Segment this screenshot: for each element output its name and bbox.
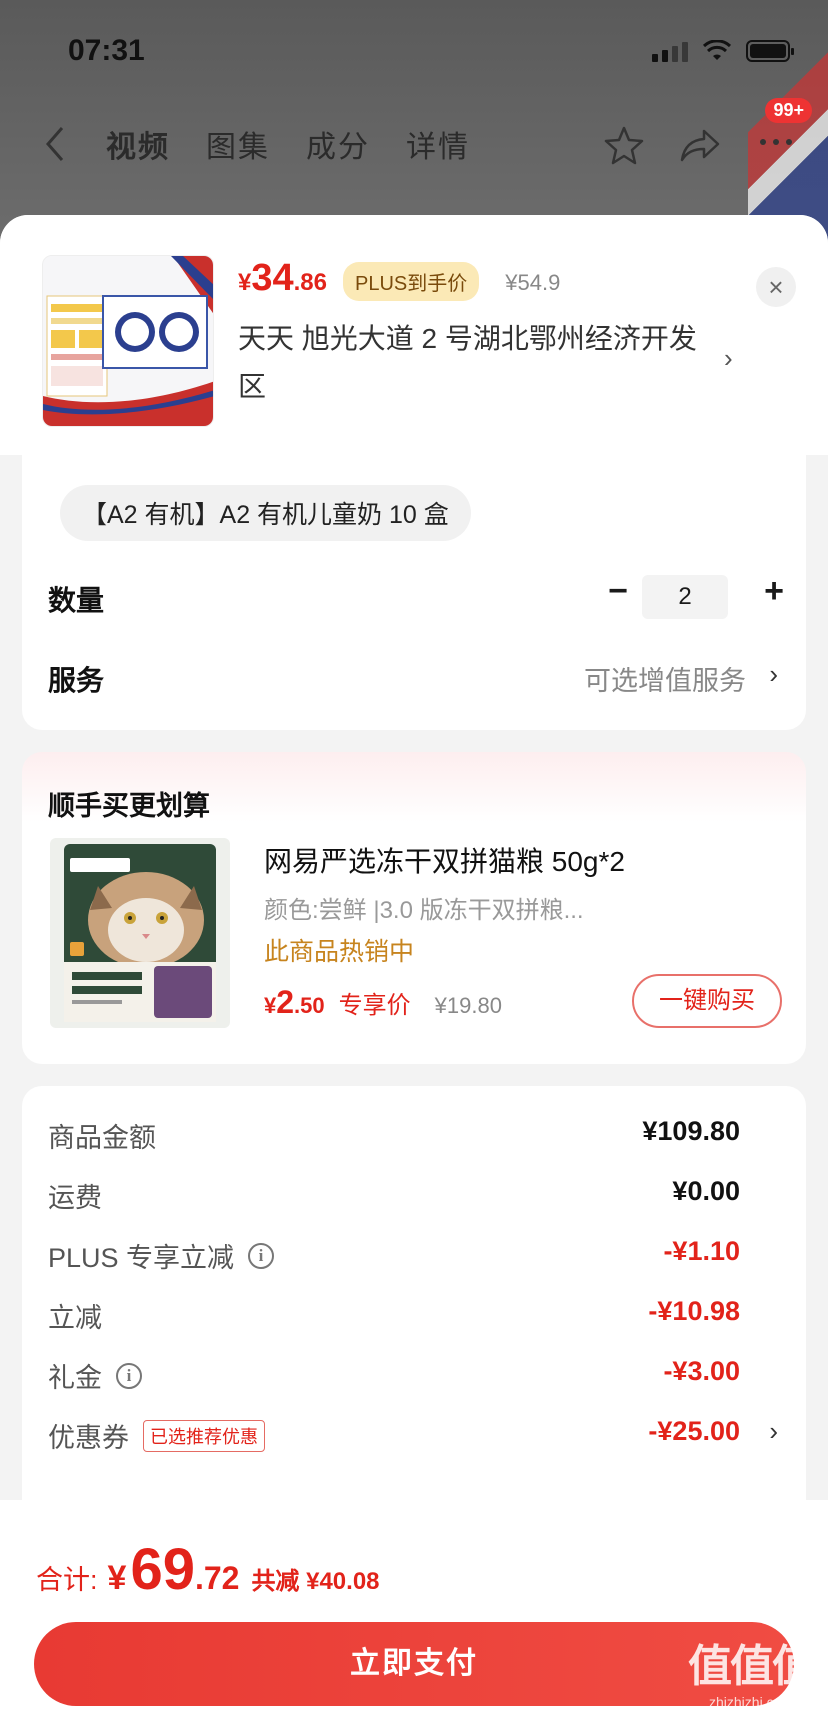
shipping-label: 运费 — [48, 1183, 102, 1213]
plus-price-tag: PLUS到手价 — [343, 262, 480, 301]
upsell-original-price: ¥19.80 — [434, 993, 502, 1018]
summary-label: 优惠券 已选推荐优惠 — [48, 1416, 265, 1455]
subtotal-label: 商品金额 — [48, 1123, 156, 1153]
more-menu[interactable]: 99+ — [754, 98, 812, 169]
summary-label: 立减 — [48, 1296, 102, 1335]
shipping-value: ¥0.00 — [672, 1176, 740, 1206]
upsell-price: ¥2.50 — [264, 984, 325, 1021]
coupon-label: 优惠券 — [48, 1423, 129, 1453]
close-button[interactable]: × — [756, 267, 796, 307]
summary-row-instant-discount: 立减 -¥10.98 — [22, 1296, 806, 1336]
info-icon[interactable]: i — [248, 1242, 275, 1269]
signal-icon — [652, 42, 688, 62]
notification-badge: 99+ — [765, 98, 812, 123]
summary-row-gift-money: 礼金 i -¥3.00 — [22, 1356, 806, 1396]
total-currency: ¥ — [107, 1559, 127, 1597]
upsell-title: 顺手买更划算 — [48, 791, 210, 821]
exclusive-price-label: 专享价 — [338, 992, 411, 1019]
pay-now-button[interactable]: 立即支付 — [34, 1622, 794, 1706]
summary-row-subtotal: 商品金额 ¥109.80 — [22, 1116, 806, 1156]
summary-label: 礼金 i — [48, 1356, 142, 1395]
status-icons — [652, 40, 794, 62]
star-icon[interactable] — [602, 123, 646, 167]
coupon-chevron-icon[interactable]: › — [769, 1416, 778, 1447]
instant-discount-label: 立减 — [48, 1303, 102, 1333]
selected-spec-chip[interactable]: 【A2 有机】A2 有机儿童奶 10 盒 — [60, 485, 471, 541]
share-icon[interactable] — [678, 123, 722, 167]
more-icon[interactable] — [754, 120, 798, 164]
total-savings: 共减 ¥40.08 — [251, 1568, 380, 1595]
tab-ingredients[interactable]: 成分 — [306, 122, 370, 166]
top-nav: 视频 图集 成分 详情 99+ — [0, 98, 828, 182]
watermark-logo: 值值值 zhizhizhi.com — [688, 1630, 816, 1710]
upsell-price-currency: ¥ — [264, 993, 277, 1018]
summary-row-shipping: 运费 ¥0.00 — [22, 1176, 806, 1216]
gift-money-value: -¥3.00 — [663, 1356, 740, 1386]
product-thumbnail — [42, 255, 214, 427]
coupon-value: -¥25.00 — [648, 1416, 740, 1446]
info-icon[interactable]: i — [116, 1362, 142, 1389]
back-icon[interactable] — [36, 122, 76, 166]
service-label: 服务 — [48, 665, 105, 696]
summary-row-plus-discount: PLUS 专享立减 i -¥1.10 — [22, 1236, 806, 1276]
summary-label: 商品金额 — [48, 1116, 156, 1155]
total-label: 合计: — [36, 1565, 98, 1595]
product-header: ¥34.86 PLUS到手价 ¥54.9 天天 旭光大道 2 号湖北鄂州经济开发… — [0, 215, 828, 455]
quantity-input[interactable]: 2 — [642, 575, 728, 619]
original-price: ¥54.9 — [505, 270, 561, 295]
status-time: 07:31 — [68, 34, 145, 67]
total-row: 合计: ¥ 69 .72 共减 ¥40.08 — [36, 1536, 380, 1603]
plus-discount-label: PLUS 专享立减 — [48, 1243, 235, 1273]
coupon-recommended-tag: 已选推荐优惠 — [143, 1419, 265, 1452]
quantity-minus-button[interactable]: − — [598, 573, 638, 613]
watermark-main: 值值值 — [688, 1642, 816, 1691]
instant-discount-value: -¥10.98 — [648, 1296, 740, 1326]
price-summary-card: 商品金额 ¥109.80 运费 ¥0.00 PLUS 专享立减 i -¥1.10… — [22, 1086, 806, 1506]
milk-box-image — [43, 256, 213, 426]
summary-row-coupon[interactable]: 优惠券 已选推荐优惠 -¥25.00 › — [22, 1416, 806, 1456]
total-decimal: .72 — [194, 1560, 240, 1596]
product-price-row: ¥34.86 PLUS到手价 ¥54.9 — [238, 257, 560, 301]
delivery-address[interactable]: 天天 旭光大道 2 号湖北鄂州经济开发区 — [238, 315, 718, 411]
watermark-sub: zhizhizhi.com — [708, 1694, 794, 1710]
upsell-price-integer: 2 — [276, 984, 295, 1020]
price-currency: ¥ — [238, 269, 252, 296]
upsell-hot-label: 此商品热销中 — [264, 938, 415, 966]
close-icon: × — [768, 271, 784, 302]
tab-gallery[interactable]: 图集 — [206, 122, 270, 166]
upsell-product-image[interactable] — [50, 838, 230, 1028]
cat-food-bag-image — [64, 844, 216, 1022]
total-integer: 69 — [130, 1537, 195, 1602]
nav-tabs: 视频 图集 成分 详情 — [106, 122, 470, 166]
price-decimal: .86 — [293, 269, 328, 296]
upsell-card: 顺手买更划算 网易严选冻干双拼猫粮 50g*2 颜色:尝鲜 |3.0 版冻干双拼… — [22, 752, 806, 1064]
checkout-bar: 合计: ¥ 69 .72 共减 ¥40.08 立即支付 值值值 zhizhizh… — [0, 1500, 828, 1720]
spec-card: 【A2 有机】A2 有机儿童奶 10 盒 数量 − 2 + 服务 可选增值服务 … — [22, 455, 806, 730]
battery-icon — [746, 40, 794, 62]
quantity-plus-button[interactable]: + — [754, 571, 794, 611]
wifi-icon — [702, 40, 732, 60]
gift-money-label: 礼金 — [48, 1363, 102, 1393]
address-chevron-icon[interactable]: › — [724, 343, 733, 374]
plus-discount-value: -¥1.10 — [663, 1236, 740, 1266]
product-price: ¥34.86 — [238, 257, 327, 300]
upsell-price-row: ¥2.50 专享价 ¥19.80 — [264, 984, 502, 1021]
summary-label: PLUS 专享立减 i — [48, 1236, 275, 1275]
one-click-buy-button[interactable]: 一键购买 — [632, 974, 782, 1028]
nav-actions: 99+ — [602, 98, 812, 169]
subtotal-value: ¥109.80 — [642, 1116, 740, 1146]
upsell-price-decimal: .50 — [294, 993, 325, 1018]
service-value[interactable]: 可选增值服务 — [584, 659, 746, 698]
summary-label: 运费 — [48, 1176, 102, 1215]
tab-video[interactable]: 视频 — [106, 122, 170, 166]
service-chevron-icon[interactable]: › — [769, 659, 778, 690]
upsell-product-spec: 颜色:尝鲜 |3.0 版冻干双拼粮... — [264, 897, 584, 924]
tab-details[interactable]: 详情 — [406, 122, 470, 166]
price-integer: 34 — [251, 257, 294, 299]
quantity-label: 数量 — [48, 585, 105, 616]
upsell-product-name[interactable]: 网易严选冻干双拼猫粮 50g*2 — [264, 840, 625, 880]
status-bar: 07:31 — [0, 0, 828, 100]
